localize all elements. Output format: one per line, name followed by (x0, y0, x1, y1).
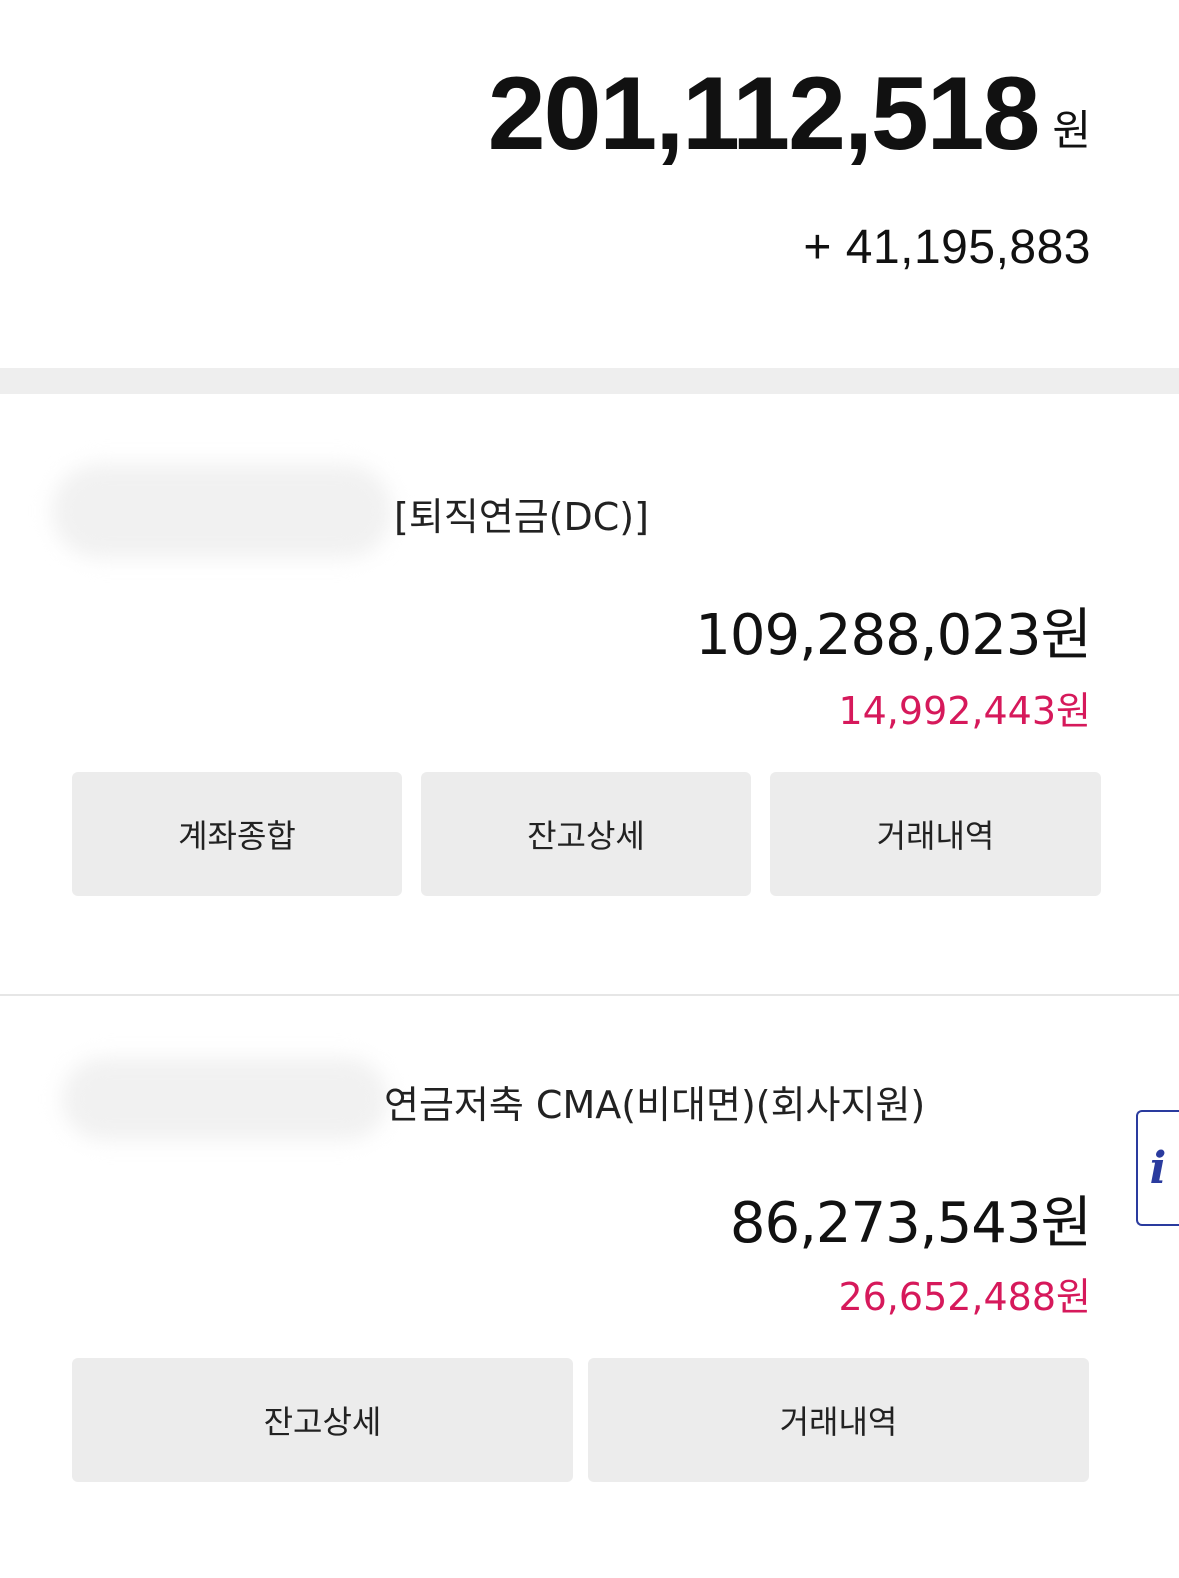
masked-account-number (62, 1058, 388, 1140)
info-button[interactable]: i (1136, 1110, 1179, 1226)
total-balance-unit: 원 (1052, 106, 1091, 155)
transaction-history-button[interactable]: 거래내역 (588, 1358, 1089, 1482)
transaction-history-button[interactable]: 거래내역 (770, 772, 1101, 896)
section-separator (0, 368, 1179, 394)
account-name: 연금저축 CMA(비대면)(회사지원) (384, 1083, 926, 1127)
total-profit-change: + 41,195,883 (803, 221, 1091, 274)
masked-account-number (52, 464, 392, 558)
account-card-cma[interactable]: 연금저축 CMA(비대면)(회사지원) 86,273,543원 26,652,4… (0, 996, 1179, 1578)
account-card-dc[interactable]: [퇴직연금(DC)] 109,288,023원 14,992,443원 계좌종합… (0, 394, 1179, 994)
info-icon: i (1149, 1142, 1167, 1194)
account-profit: 14,992,443원 (838, 689, 1091, 733)
account-balance: 109,288,023원 (695, 603, 1092, 668)
account-name: [퇴직연금(DC)] (394, 495, 649, 539)
balance-detail-button[interactable]: 잔고상세 (421, 772, 751, 896)
total-summary: 201,112,518 원 + 41,195,883 (0, 0, 1179, 368)
account-profit: 26,652,488원 (838, 1275, 1091, 1319)
account-summary-button[interactable]: 계좌종합 (72, 772, 402, 896)
account-action-buttons: 계좌종합 잔고상세 거래내역 (72, 772, 1101, 896)
account-action-buttons: 잔고상세 거래내역 (72, 1358, 1089, 1482)
account-balance: 86,273,543원 (729, 1191, 1092, 1256)
pension-accounts-page: 201,112,518 원 + 41,195,883 [퇴직연금(DC)] 10… (0, 0, 1179, 1578)
total-balance-amount: 201,112,518 (487, 56, 1041, 172)
total-balance-row: 201,112,518 원 (488, 62, 1091, 166)
balance-detail-button[interactable]: 잔고상세 (72, 1358, 573, 1482)
